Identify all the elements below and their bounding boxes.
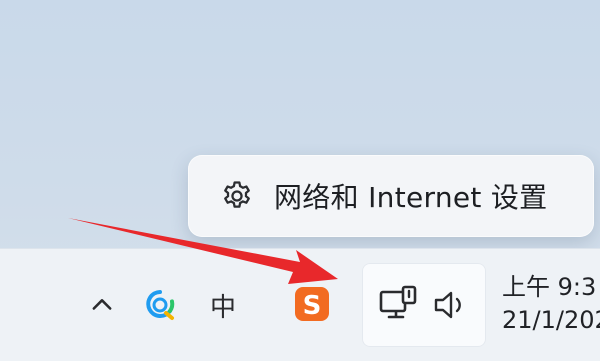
input-method-indicator[interactable]: 中 — [203, 285, 243, 325]
sogou-icon: S — [295, 287, 329, 321]
taskbar: 中 S 上午 9:3 21/1/202 — [0, 248, 600, 361]
sogou-tray-button[interactable]: S — [291, 283, 333, 325]
qq-tray-button[interactable] — [140, 285, 180, 325]
taskbar-clock[interactable]: 上午 9:3 21/1/202 — [502, 271, 600, 337]
quick-settings-button[interactable] — [362, 263, 486, 347]
show-hidden-icons-button[interactable] — [84, 287, 120, 323]
chevron-up-icon — [92, 299, 112, 310]
network-internet-settings-item[interactable]: 网络和 Internet 设置 — [206, 173, 592, 219]
qq-icon — [146, 289, 175, 320]
gear-icon — [218, 177, 256, 215]
svg-text:S: S — [303, 291, 322, 321]
clock-time: 上午 9:3 — [502, 273, 597, 301]
volume-icon — [434, 291, 461, 319]
clock-date: 21/1/202 — [502, 306, 600, 334]
network-icon — [379, 285, 417, 319]
network-internet-settings-label: 网络和 Internet 设置 — [274, 181, 548, 214]
network-context-menu: 网络和 Internet 设置 — [188, 155, 594, 237]
